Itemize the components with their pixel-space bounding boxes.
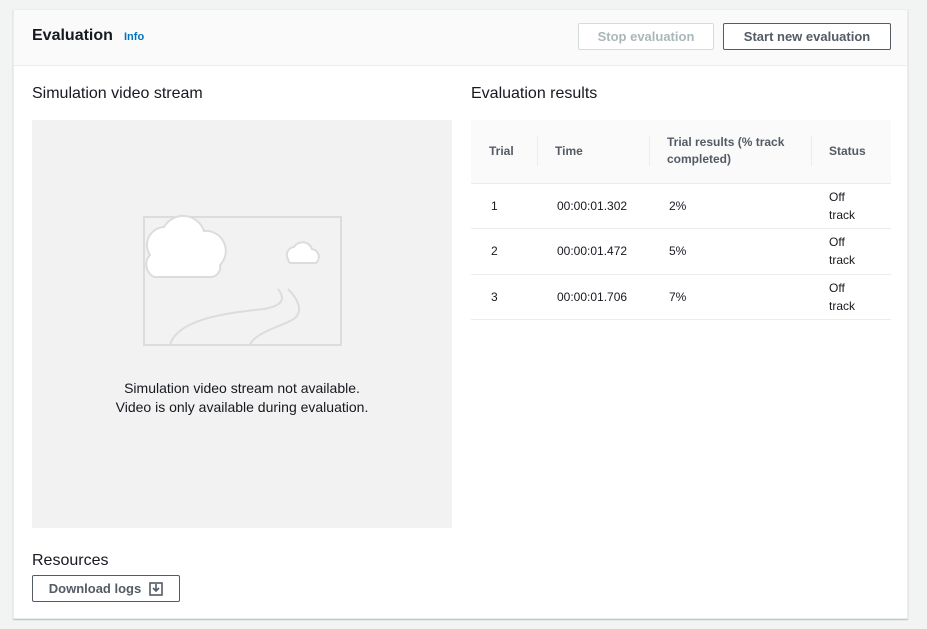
cell-time: 00:00:01.472 [557, 244, 628, 259]
info-link[interactable]: Info [124, 31, 144, 43]
video-placeholder: Simulation video stream not available. V… [32, 120, 452, 528]
cell-result: 5% [669, 244, 687, 259]
table-row: 1 00:00:01.302 2% Off track [471, 183, 891, 229]
column-header-trial: Trial [471, 120, 537, 184]
cell-trial: 3 [491, 289, 498, 304]
start-new-evaluation-button[interactable]: Start new evaluation [723, 23, 891, 50]
column-header-trial-results: Trial results (% track completed) [649, 120, 811, 184]
video-message-line1: Simulation video stream not available. [124, 380, 360, 396]
evaluation-results-table: Trial Time Trial results (% track comple… [471, 120, 891, 320]
cell-trial: 2 [491, 244, 498, 259]
evaluation-panel: Evaluation Info Stop evaluation Start ne… [13, 9, 908, 619]
status-line2: track [829, 298, 856, 313]
column-header-status: Status [811, 120, 891, 184]
cell-trial: 1 [491, 198, 498, 213]
panel-title: Evaluation [32, 27, 113, 44]
cell-time: 00:00:01.706 [557, 289, 628, 304]
video-section-title: Simulation video stream [32, 85, 203, 102]
status-line1: Off [829, 189, 845, 204]
status-line2: track [829, 207, 856, 222]
cell-status: Off track [811, 274, 891, 320]
landscape-placeholder-icon [143, 214, 342, 346]
download-icon [149, 581, 164, 596]
table-row: 3 00:00:01.706 7% Off track [471, 274, 891, 320]
resources-section-title: Resources [32, 552, 109, 569]
download-logs-button[interactable]: Download logs [32, 575, 180, 602]
column-header-time: Time [537, 120, 649, 184]
cell-status: Off track [811, 183, 891, 229]
status-line2: track [829, 253, 856, 268]
table-row: 2 00:00:01.472 5% Off track [471, 229, 891, 275]
table-header-row: Trial Time Trial results (% track comple… [471, 120, 891, 184]
stop-evaluation-button[interactable]: Stop evaluation [578, 23, 714, 50]
cell-result: 7% [669, 289, 687, 304]
cell-time: 00:00:01.302 [557, 198, 628, 213]
results-section-title: Evaluation results [471, 85, 598, 102]
download-logs-label: Download logs [48, 581, 142, 596]
panel-header: Evaluation Info Stop evaluation Start ne… [14, 10, 907, 66]
cell-status: Off track [811, 229, 891, 275]
video-message-line2: Video is only available during evaluatio… [115, 399, 369, 415]
status-line1: Off [829, 280, 845, 295]
video-unavailable-message: Simulation video stream not available. V… [32, 379, 452, 417]
status-line1: Off [829, 235, 845, 250]
cell-result: 2% [669, 198, 687, 213]
